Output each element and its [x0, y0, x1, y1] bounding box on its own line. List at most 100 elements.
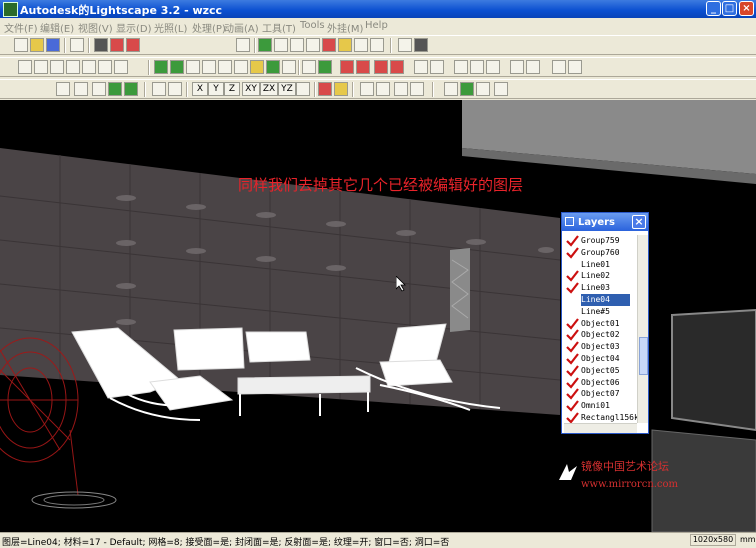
view-top-icon[interactable]	[98, 60, 112, 74]
menu-tools-cn[interactable]: 工具(T)	[262, 20, 296, 35]
axis-x-button[interactable]: X	[192, 82, 208, 96]
display-mode-icon[interactable]	[250, 60, 264, 74]
layers-panel[interactable]: Layers × Group759 Group760 Line01 Line02 Lin…	[561, 212, 649, 434]
orbit-icon[interactable]	[274, 38, 288, 52]
layer-toggle-icon[interactable]	[234, 60, 248, 74]
move-axis-icon[interactable]	[152, 82, 166, 96]
menu-process[interactable]: 处理(P)	[192, 20, 226, 35]
print-icon[interactable]	[94, 38, 108, 52]
layer-row[interactable]: Line04	[564, 294, 637, 306]
light-source-icon[interactable]	[318, 82, 332, 96]
undo-icon[interactable]	[70, 38, 84, 52]
wire-mesh-icon[interactable]	[202, 60, 216, 74]
layer-row[interactable]: Line02	[564, 270, 637, 283]
checkmark-icon[interactable]	[566, 400, 579, 412]
layer-row[interactable]: Object02	[564, 329, 637, 342]
checkmark-icon[interactable]	[566, 388, 579, 401]
checkmark-icon[interactable]	[566, 235, 579, 247]
layers-close-button[interactable]: ×	[632, 215, 646, 229]
zoom-window-icon[interactable]	[306, 38, 320, 52]
layer-row[interactable]: Omni01	[564, 400, 637, 412]
plane-zx-button[interactable]: ZX	[260, 82, 278, 96]
menu-help[interactable]: Help	[365, 20, 388, 31]
snap-plus-icon[interactable]	[552, 60, 566, 74]
axis-z-button[interactable]: Z	[224, 82, 240, 96]
shaded-mode-icon[interactable]	[266, 60, 280, 74]
pan-icon[interactable]	[322, 38, 336, 52]
scale-icon[interactable]	[486, 60, 500, 74]
checkmark-icon[interactable]	[566, 329, 579, 342]
layers-list[interactable]: Group759 Group760 Line01 Line02 Line03 Line04…	[564, 235, 639, 424]
copy-icon[interactable]	[414, 60, 428, 74]
eye-icon[interactable]	[258, 38, 272, 52]
menu-animation[interactable]: 动画(A)	[224, 20, 259, 35]
layer-row[interactable]: Object01	[564, 317, 637, 330]
layer-row[interactable]: Line#5	[564, 306, 637, 318]
surface-icon[interactable]	[218, 60, 232, 74]
sphere-wire-icon[interactable]	[74, 82, 88, 96]
checkmark-icon[interactable]	[566, 270, 579, 283]
view-wire-icon[interactable]	[50, 60, 64, 74]
select-window-icon[interactable]	[340, 60, 354, 74]
layer-stack-icon[interactable]	[444, 82, 458, 96]
select-plus-icon[interactable]	[318, 60, 332, 74]
checkmark-icon[interactable]	[566, 247, 579, 259]
box-blank-icon[interactable]	[92, 82, 106, 96]
layers-vertical-scrollbar[interactable]	[637, 235, 648, 423]
checkmark-icon[interactable]	[566, 376, 579, 389]
axis-extra-icon[interactable]	[296, 82, 310, 96]
menu-display[interactable]: 显示(D)	[116, 20, 152, 35]
close-button[interactable]: ×	[739, 1, 754, 16]
rotate-icon[interactable]	[370, 38, 384, 52]
checkmark-icon[interactable]	[566, 365, 579, 377]
checkbox-empty-icon[interactable]	[566, 294, 579, 306]
menu-light[interactable]: 光照(L)	[154, 20, 187, 35]
texture-icon[interactable]	[170, 60, 184, 74]
checkbox-empty-icon[interactable]	[566, 306, 579, 318]
paste-icon[interactable]	[430, 60, 444, 74]
checkbox-empty-icon[interactable]	[566, 259, 579, 271]
select-arrow-icon[interactable]	[302, 60, 316, 74]
layer-row[interactable]: Line01	[564, 259, 637, 271]
menu-file[interactable]: 文件(F)	[4, 20, 38, 35]
list-icon[interactable]	[510, 60, 524, 74]
minimize-button[interactable]: _	[706, 1, 721, 16]
lights-icon[interactable]	[282, 60, 296, 74]
select-material-icon[interactable]	[374, 60, 388, 74]
open-folder-icon[interactable]	[30, 38, 44, 52]
help-icon[interactable]	[110, 38, 124, 52]
box-solid-icon[interactable]	[124, 82, 138, 96]
box-outline-icon[interactable]	[56, 82, 70, 96]
view-back-icon[interactable]	[114, 60, 128, 74]
new-file-icon[interactable]	[14, 38, 28, 52]
layer-row[interactable]: Group760	[564, 247, 637, 259]
view-cube-icon[interactable]	[18, 60, 32, 74]
plane-yz-button[interactable]: YZ	[278, 82, 296, 96]
checkmark-icon[interactable]	[566, 353, 579, 365]
plane-xy-button[interactable]: XY	[242, 82, 260, 96]
select-layer-icon[interactable]	[356, 60, 370, 74]
filter-icon[interactable]	[526, 60, 540, 74]
hand-icon[interactable]	[168, 82, 182, 96]
walk-icon[interactable]	[338, 38, 352, 52]
view-side-icon[interactable]	[82, 60, 96, 74]
light-edit-icon[interactable]	[334, 82, 348, 96]
animate-icon[interactable]	[360, 82, 374, 96]
layers-scroll-thumb[interactable]	[639, 337, 648, 375]
checkmark-icon[interactable]	[566, 317, 579, 330]
menu-tools[interactable]: Tools	[300, 20, 325, 31]
layers-horizontal-scrollbar[interactable]	[564, 423, 637, 433]
context-help-icon[interactable]	[126, 38, 140, 52]
menu-view[interactable]: 视图(V)	[78, 20, 113, 35]
layer-row[interactable]: Object03	[564, 341, 637, 353]
layer-row[interactable]: Line03	[564, 282, 637, 294]
checkmark-icon[interactable]	[566, 341, 579, 353]
render-icon[interactable]	[476, 82, 490, 96]
material-icon[interactable]	[154, 60, 168, 74]
layer-row[interactable]: Object05	[564, 365, 637, 377]
keyframe-icon[interactable]	[376, 82, 390, 96]
layer-row[interactable]: Object04	[564, 353, 637, 365]
path-icon[interactable]	[394, 82, 408, 96]
zoom-icon[interactable]	[290, 38, 304, 52]
view-solid-icon[interactable]	[34, 60, 48, 74]
